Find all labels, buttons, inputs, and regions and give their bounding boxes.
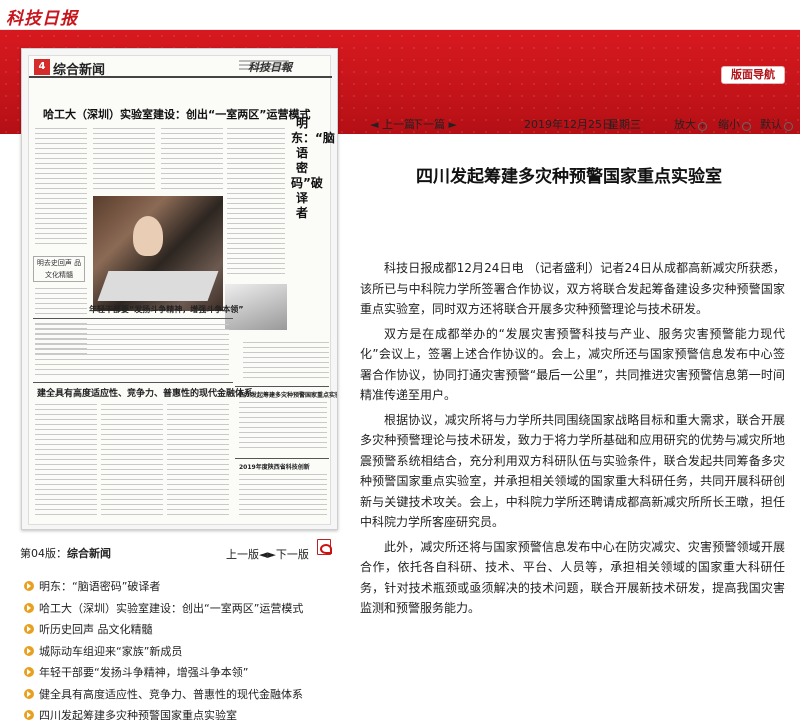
next-page-link[interactable]: 下一版 bbox=[276, 548, 309, 561]
paper-text-column bbox=[239, 402, 327, 452]
paper-text-column bbox=[35, 324, 229, 376]
paper-text-column bbox=[167, 404, 229, 516]
issue-weekday: 星期三 bbox=[608, 118, 641, 131]
paper-section-title: 综合新闻 bbox=[53, 63, 106, 78]
article-toolbar: ◄ 上一篇 下一篇 ► 2019年12月25日 星期三 放大 + 缩小 − 默认 ◦ bbox=[338, 116, 800, 132]
issue-date: 2019年12月25日 bbox=[524, 118, 613, 131]
next-article-link[interactable]: 下一篇 ► bbox=[412, 116, 457, 132]
list-item[interactable]: 健全具有高度适应性、竞争力、普惠性的现代金融体系 bbox=[24, 684, 324, 706]
list-item[interactable]: 年轻干部要“发扬斗争精神，增强斗争本领” bbox=[24, 662, 324, 684]
paper-subheadline[interactable]: 四川发起筹建多灾种预警国家重点实验室 bbox=[239, 390, 337, 399]
paper-rule bbox=[33, 318, 233, 319]
paper-text-column bbox=[35, 404, 97, 516]
list-item[interactable]: 四川发起筹建多灾种预警国家重点实验室 bbox=[24, 705, 324, 720]
paper-text-column bbox=[93, 128, 155, 192]
zoom-out-button[interactable]: 缩小 − bbox=[718, 116, 751, 132]
paper-text-column bbox=[35, 128, 87, 248]
paper-masthead: 科技日報 bbox=[248, 61, 292, 74]
newspaper-page: 4 综合新闻 科技日報 哈工大（深圳）实验室建设：创出“一室两区”运营模式 明去… bbox=[28, 55, 337, 525]
list-item[interactable]: 明东：“脑语密码”破译者 bbox=[24, 576, 324, 598]
paper-text-column bbox=[161, 128, 223, 192]
paper-article-headline[interactable]: 哈工大（深圳）实验室建设：创出“一室两区”运营模式 bbox=[43, 106, 310, 122]
zoom-in-button[interactable]: 放大 + bbox=[674, 116, 707, 132]
bullet-arrow-icon bbox=[24, 645, 34, 656]
top-header: 科技日报 bbox=[0, 0, 800, 30]
page-nav-button[interactable]: 版面导航 bbox=[721, 66, 785, 84]
paper-vertical-title[interactable]: 明东：“脑语密码”破译者 bbox=[291, 116, 335, 221]
bullet-arrow-icon bbox=[24, 710, 34, 720]
paper-side-box[interactable]: 明去史回声 品文化精髓 bbox=[33, 256, 85, 282]
arrow-icon: ◄► bbox=[259, 548, 276, 561]
minus-icon: − bbox=[742, 122, 751, 131]
paper-page-badge: 4 bbox=[34, 59, 50, 75]
bullet-arrow-icon bbox=[24, 688, 34, 699]
list-item[interactable]: 城际动车组迎来“家族”新成员 bbox=[24, 641, 324, 663]
paper-page-header: 4 综合新闻 科技日報 bbox=[29, 56, 332, 78]
prev-page-link[interactable]: 上一版 bbox=[226, 548, 259, 561]
bullet-arrow-icon bbox=[24, 602, 34, 613]
reset-icon: ◦ bbox=[784, 122, 793, 131]
paper-rule bbox=[235, 386, 329, 387]
page-name: 综合新闻 bbox=[67, 547, 111, 560]
plus-icon: + bbox=[698, 122, 707, 131]
paper-rule bbox=[33, 382, 233, 383]
pdf-icon[interactable] bbox=[317, 539, 332, 555]
default-size-button[interactable]: 默认 ◦ bbox=[760, 116, 793, 132]
paper-subheadline[interactable]: 年轻干部要“发扬斗争精神，增强斗争本领” bbox=[89, 304, 244, 315]
paper-text-column bbox=[227, 128, 285, 278]
article-paragraph: 科技日报成都12月24日电 （记者盛利）记者24日从成都高新减灾所获悉，该所已与… bbox=[360, 261, 785, 316]
prev-article-link[interactable]: ◄ 上一篇 bbox=[370, 116, 415, 132]
paper-photo bbox=[93, 196, 223, 311]
bullet-arrow-icon bbox=[24, 667, 34, 677]
paper-subheadline[interactable]: 2019年度陕西省科技创新 bbox=[239, 462, 310, 471]
paper-rule bbox=[235, 458, 329, 459]
paper-text-column bbox=[239, 474, 327, 518]
list-item[interactable]: 听历史回声 品文化精髓 bbox=[24, 619, 324, 641]
paper-text-column bbox=[243, 342, 329, 382]
article-paragraph: 双方是在成都举办的“发展灾害预警科技与产业、服务灾害预警能力现代化”会议上，签署… bbox=[360, 326, 785, 403]
list-item[interactable]: 哈工大（深圳）实验室建设：创出“一室两区”运营模式 bbox=[24, 598, 324, 620]
paper-text-column bbox=[101, 404, 163, 516]
article-paragraph: 此外，减灾所还将与国家预警信息发布中心在防灾减灾、灾害预警领域开展合作，依托各自… bbox=[360, 539, 785, 616]
bullet-arrow-icon bbox=[24, 624, 34, 634]
article-title: 四川发起筹建多灾种预警国家重点实验室 bbox=[416, 167, 722, 187]
site-logo[interactable]: 科技日报 bbox=[6, 4, 78, 29]
article-list: 明东：“脑语密码”破译者 哈工大（深圳）实验室建设：创出“一室两区”运营模式 听… bbox=[24, 576, 324, 720]
paper-subheadline[interactable]: 建全具有高度适应性、竞争力、普惠性的现代金融体系 bbox=[37, 386, 253, 399]
page-label: 第04版：综合新闻 bbox=[20, 547, 111, 560]
newspaper-page-preview[interactable]: 4 综合新闻 科技日報 哈工大（深圳）实验室建设：创出“一室两区”运营模式 明去… bbox=[21, 48, 338, 530]
page-navigation: 上一版◄►下一版 bbox=[226, 546, 309, 562]
article-paragraph: 根据协议，减灾所将与力学所共同围绕国家战略目标和重大需求，联合开展多灾种预警理论… bbox=[360, 412, 785, 530]
article-body: 科技日报成都12月24日电 （记者盛利）记者24日从成都高新减灾所获悉，该所已与… bbox=[360, 258, 785, 623]
bullet-arrow-icon bbox=[24, 581, 34, 591]
